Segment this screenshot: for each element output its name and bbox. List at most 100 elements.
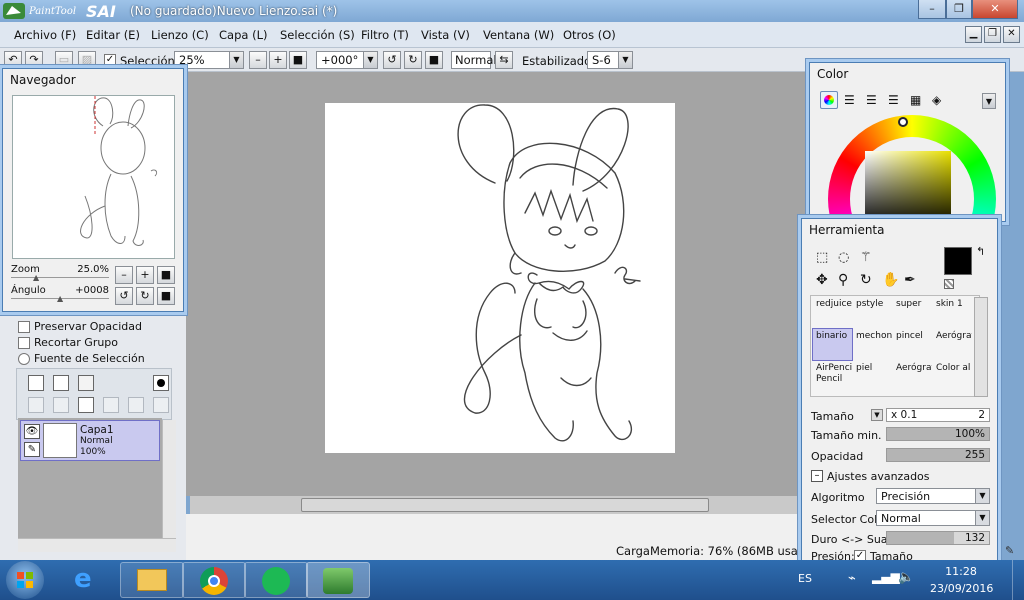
selection-source-option[interactable]: Fuente de Selección	[18, 352, 145, 365]
volume-icon[interactable]: 🔈	[898, 570, 914, 585]
rotation-dropdown-arrow[interactable]: ▼	[363, 52, 377, 68]
taskbar-internet-explorer[interactable]: e	[58, 562, 122, 598]
new-folder-icon[interactable]	[78, 375, 94, 391]
flip-horizontal-button[interactable]: ⇆	[495, 51, 513, 69]
brush-skin1[interactable]: skin 1	[933, 297, 972, 328]
zoom-dropdown-arrow[interactable]: ▼	[229, 52, 243, 68]
horizontal-scrollbar-thumb[interactable]	[301, 498, 709, 512]
stabilizer-dropdown-arrow[interactable]: ▼	[618, 52, 632, 68]
nav-zoom-out-button[interactable]: –	[115, 266, 133, 284]
brush-redjuice[interactable]: redjuice	[813, 297, 852, 328]
taskbar-paint-tool-sai[interactable]	[306, 562, 370, 598]
new-layer-icon[interactable]	[28, 375, 44, 391]
zoom-reset-button[interactable]: ■	[289, 51, 307, 69]
close-button[interactable]: ✕	[972, 0, 1018, 19]
mdi-close-button[interactable]: ✕	[1003, 26, 1020, 43]
brush-piel[interactable]: piel	[853, 361, 892, 392]
menu-lienzo[interactable]: Lienzo (C)	[151, 28, 209, 42]
rotate-right-button[interactable]: ↻	[404, 51, 422, 69]
minimize-button[interactable]: –	[918, 0, 946, 19]
magic-wand-icon[interactable]: ⚚	[860, 250, 872, 265]
swatches-tab[interactable]: ▦	[910, 93, 921, 107]
undo-button[interactable]: ↶	[4, 51, 22, 69]
deselect-button[interactable]: ▭	[55, 51, 73, 69]
hsv-sliders-tab[interactable]: ☰	[866, 93, 877, 107]
nav-angle-slider-handle[interactable]: ▲	[57, 294, 63, 303]
advanced-settings-toggle[interactable]: –	[811, 470, 823, 482]
new-linework-layer-icon[interactable]	[53, 375, 69, 391]
color-selector-select[interactable]: Normal ▼	[876, 510, 990, 526]
hue-selector-handle[interactable]	[898, 117, 908, 127]
color-panel-dropdown[interactable]: ▼	[982, 93, 996, 109]
restore-button[interactable]: ❐	[946, 0, 972, 19]
algorithm-select[interactable]: Precisión ▼	[876, 488, 990, 504]
transparent-color-icon[interactable]	[944, 279, 954, 289]
menu-capa[interactable]: Capa (L)	[219, 28, 267, 42]
edit-pen-icon[interactable]: ✎	[24, 442, 40, 457]
scratchpad-tab[interactable]: ◈	[932, 93, 941, 107]
menu-seleccion[interactable]: Selección (S)	[280, 28, 355, 42]
brush-binario[interactable]: binario	[812, 328, 853, 361]
visibility-eye-icon[interactable]: 👁	[24, 424, 40, 439]
clipping-group-option[interactable]: Recortar Grupo	[18, 336, 118, 349]
mdi-minimize-button[interactable]: ▁	[965, 26, 982, 43]
redo-button[interactable]: ↷	[25, 51, 43, 69]
clipping-group-checkbox[interactable]	[18, 337, 30, 349]
nav-zoom-slider[interactable]	[11, 277, 109, 278]
language-indicator[interactable]: ES	[798, 572, 812, 585]
invert-selection-button[interactable]: ▨	[78, 51, 96, 69]
zoom-in-button[interactable]: +	[269, 51, 287, 69]
menu-editar[interactable]: Editar (E)	[86, 28, 140, 42]
merge-down-icon[interactable]	[53, 397, 69, 413]
taskbar-spotify[interactable]	[244, 562, 308, 598]
menu-filtro[interactable]: Filtro (T)	[361, 28, 409, 42]
nav-zoom-slider-handle[interactable]: ▲	[33, 273, 39, 282]
rotate-left-button[interactable]: ↺	[383, 51, 401, 69]
nav-zoom-in-button[interactable]: +	[136, 266, 154, 284]
taskbar-chrome[interactable]	[182, 562, 246, 598]
rect-select-icon[interactable]: ⬚	[816, 250, 828, 265]
nav-rotate-left-button[interactable]: ↺	[115, 287, 133, 305]
brush-pincel[interactable]: pincel	[893, 329, 932, 360]
size-slider[interactable]: x 0.1 2	[886, 408, 990, 422]
hard-soft-slider[interactable]: 132	[886, 531, 990, 545]
eyedropper-icon[interactable]: ✒	[904, 272, 916, 288]
clock-time[interactable]: 11:28	[940, 565, 982, 578]
nav-rotate-reset-button[interactable]: ■	[157, 287, 175, 305]
taskbar-file-explorer[interactable]	[120, 562, 184, 598]
brush-grid-scrollbar[interactable]	[974, 297, 988, 397]
clear-layer-icon[interactable]	[78, 397, 94, 413]
preserve-opacity-checkbox[interactable]	[18, 321, 30, 333]
flatten-icon[interactable]	[153, 397, 169, 413]
zoom-out-button[interactable]: –	[249, 51, 267, 69]
foreground-color-swatch[interactable]	[944, 247, 972, 275]
swap-colors-icon[interactable]: ↰	[976, 245, 985, 258]
clock-date[interactable]: 23/09/2016	[930, 582, 993, 595]
menu-ventana[interactable]: Ventana (W)	[483, 28, 554, 42]
min-size-slider[interactable]: 100%	[886, 427, 990, 441]
mask-icon[interactable]	[153, 375, 169, 391]
menu-archivo[interactable]: Archivo (F)	[14, 28, 76, 42]
opacity-slider[interactable]: 255	[886, 448, 990, 462]
blend-mode-field[interactable]: Normal	[451, 51, 497, 69]
nav-rotate-right-button[interactable]: ↻	[136, 287, 154, 305]
drawing-canvas[interactable]	[325, 103, 675, 453]
transfer-down-icon[interactable]	[28, 397, 44, 413]
color-mixer-tab[interactable]: ☰	[888, 93, 899, 107]
rotate-reset-button[interactable]: ■	[425, 51, 443, 69]
show-desktop-button[interactable]	[1012, 560, 1024, 600]
hand-icon[interactable]: ✋	[882, 272, 899, 288]
selection-source-radio[interactable]	[18, 353, 30, 365]
brush-airpencil[interactable]: AirPenci Pencil	[813, 361, 852, 392]
menu-vista[interactable]: Vista (V)	[421, 28, 470, 42]
navigator-preview[interactable]	[12, 95, 175, 259]
rotate-view-icon[interactable]: ↻	[860, 272, 872, 288]
mdi-restore-button[interactable]: ❐	[984, 26, 1001, 43]
brush-super[interactable]: super	[893, 297, 932, 328]
brush-color-al[interactable]: Color al	[933, 361, 972, 392]
layer-row-capa1[interactable]: 👁 ✎ Capa1 Normal 100%	[20, 420, 160, 461]
brush-mechone[interactable]: mechone	[853, 329, 892, 360]
preserve-opacity-option[interactable]: Preservar Opacidad	[18, 320, 142, 333]
layer-list-scrollbar[interactable]	[162, 420, 176, 538]
lasso-icon[interactable]: ◌	[838, 250, 849, 265]
